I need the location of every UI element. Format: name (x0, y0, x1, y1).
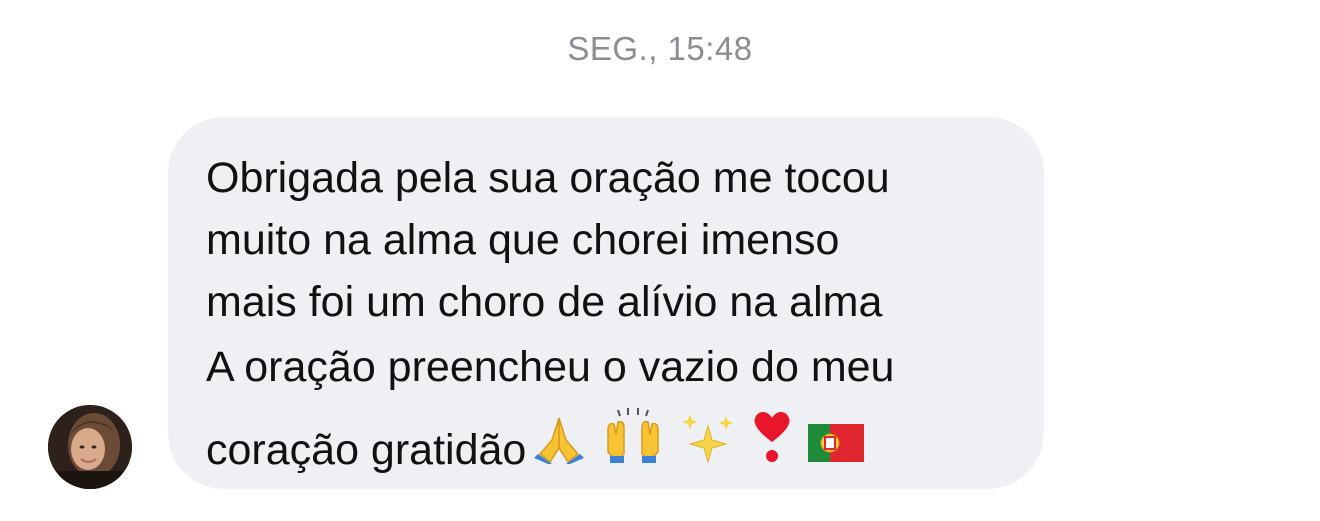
emoji-row (530, 408, 865, 472)
sparkles-icon (678, 412, 736, 472)
portugal-flag-icon (808, 424, 865, 472)
folded-hands-icon (530, 414, 588, 472)
message-line-3: mais foi um choro de alívio na alma (206, 278, 883, 326)
message-line-4: A oração preencheu o vazio do meu (206, 343, 895, 391)
sender-avatar[interactable] (48, 405, 132, 489)
chat-screen: SEG., 15:48 Obrigada pela sua oração me … (0, 0, 1320, 521)
heart-exclamation-icon (750, 408, 794, 472)
avatar-photo (48, 405, 132, 489)
message-line-1: Obrigada pela sua oração me tocou (206, 154, 890, 202)
message-timestamp: SEG., 15:48 (567, 30, 753, 67)
message-line-5: coração gratidão (206, 408, 865, 474)
message-line-2: muito na alma que chorei imenso (206, 216, 840, 264)
raising-hands-icon (602, 408, 664, 472)
message-line-5-text: coração gratidão (206, 426, 527, 474)
